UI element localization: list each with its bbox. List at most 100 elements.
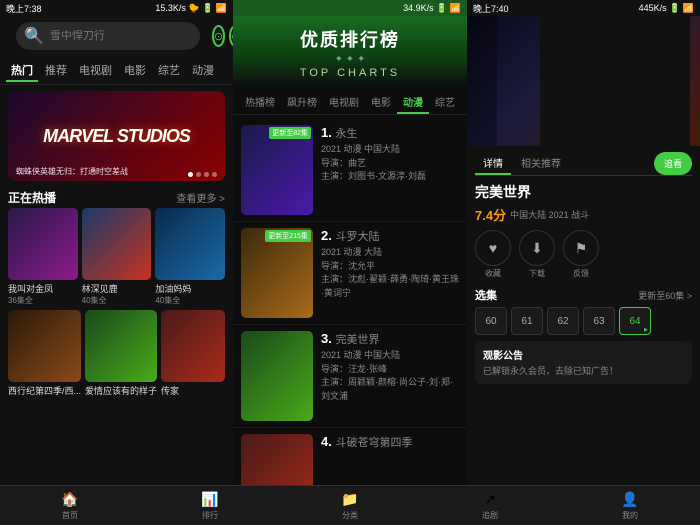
time-right: 晚上7:40 [473, 2, 509, 15]
show-item-2[interactable]: 加油妈妈 40集全 [155, 208, 225, 306]
sub-tab-tv[interactable]: 电视剧 [323, 91, 365, 114]
detail-section: 详情 相关推荐 追看 完美世界 7.4分 中国大陆 2021 战斗 ♥ 收藏 ⬇… [467, 146, 700, 525]
action-download[interactable]: ⬇ 下载 [519, 230, 555, 279]
show-name-5: 传家 [161, 384, 225, 397]
nav-profile-right[interactable]: 👤 我的 [560, 491, 700, 521]
chart-meta-3c: 主演：周颖颖·颜榕·尚公子·刘·郑·刘文浦 [321, 376, 459, 403]
notice-title: 观影公告 [483, 347, 684, 362]
hero-text: MARVEL STUDIOS [43, 126, 190, 147]
chart-meta-3a: 2021 动漫 中国大陆 [321, 349, 459, 363]
tab-hot[interactable]: 热门 [6, 60, 38, 82]
panel-left: 晚上7:38 15.3K/s 🐤 🔋 📶 🔍 ⊙ ⊙ 热门 推荐 电视剧 电影 … [0, 0, 233, 525]
chart-item-2[interactable]: 更新至215集 2. 斗罗大陆 2021 动漫 大陆 导演：沈允平 主演：沈彪·… [233, 222, 467, 325]
panel2-hero: 优质排行榜 ✦ ✦ ✦ TOP CHARTS [233, 16, 467, 87]
tab-anime[interactable]: 动漫 [187, 60, 219, 82]
show-item-0[interactable]: 我叫对金凤 36集全 [8, 208, 78, 306]
chart-rank-2: 2. 斗罗大陆 [321, 228, 459, 244]
section-more-playing[interactable]: 查看更多 > [176, 190, 225, 205]
chart-meta-1b: 导演：曲艺 [321, 157, 459, 171]
tab-related[interactable]: 相关推荐 [513, 152, 569, 175]
favorite-icon: ♥ [475, 230, 511, 266]
chart-meta-1c: 主演：刘图书·文源淳·刘磊 [321, 170, 459, 184]
bottom-nav-right: 🏠 首页 📊 排行 📁 分类 ↗ 追剧 👤 我的 [467, 485, 700, 525]
tab-tv[interactable]: 电视剧 [74, 60, 117, 82]
show-name-4: 爱情应该有的样子 [85, 384, 157, 397]
sub-tab-variety[interactable]: 综艺 [429, 91, 461, 114]
sub-tabs-mid: 热播榜 飙升榜 电视剧 电影 动漫 综艺 [233, 87, 467, 115]
chart-title-en: TOP CHARTS [241, 67, 459, 79]
chart-title-cn: 优质排行榜 [241, 26, 459, 52]
chart-thumb-1: 更新至82集 [241, 125, 313, 215]
search-input-left[interactable] [50, 30, 192, 42]
nav-track-label-right: 追剧 [482, 510, 498, 521]
show-thumb-5 [161, 310, 225, 382]
show-thumb-4 [85, 310, 157, 382]
ep-btn-61[interactable]: 61 [511, 307, 543, 335]
favorite-label: 收藏 [485, 268, 501, 279]
chart-meta-1a: 2021 动漫 中国大陆 [321, 143, 459, 157]
show-item-4[interactable]: 爱情应该有的样子 [85, 310, 157, 397]
detail-tabs: 详情 相关推荐 追看 [475, 152, 692, 176]
tab-recommend[interactable]: 推荐 [40, 60, 72, 82]
episode-header: 选集 更新至60集 > [475, 287, 692, 303]
action-favorite[interactable]: ♥ 收藏 [475, 230, 511, 279]
nav-profile-label-right: 我的 [622, 510, 638, 521]
chart-meta-2a: 2021 动漫 大陆 [321, 246, 459, 260]
show-name-3: 西行纪第四季/西... [8, 384, 81, 397]
sub-tab-movie[interactable]: 电影 [365, 91, 397, 114]
nav-track-right[interactable]: ↗ 追剧 [467, 491, 560, 521]
chart-thumb-3 [241, 331, 313, 421]
chart-info-2: 2. 斗罗大陆 2021 动漫 大陆 导演：沈允平 主演：沈彪·翟颖·薛勇·陶琦… [321, 228, 459, 300]
ep-btn-60[interactable]: 60 [475, 307, 507, 335]
search-icon-left: 🔍 [24, 26, 44, 46]
back-button[interactable]: ‹ [467, 16, 497, 146]
action-icon-1[interactable]: ⊙ [212, 25, 225, 47]
sub-tab-anime[interactable]: 动漫 [397, 91, 429, 114]
show-item-3[interactable]: 西行纪第四季/西... [8, 310, 81, 397]
show-rating-row: 7.4分 中国大陆 2021 战斗 [475, 205, 692, 224]
show-name-1: 林深见鹿 [82, 282, 152, 295]
hero-dots [188, 172, 217, 177]
episodes-title: 选集 [475, 287, 497, 303]
section-header-playing: 正在热播 查看更多 > [0, 185, 233, 208]
chart-rank-1: 1. 永生 [321, 125, 459, 141]
chart-rank-3: 3. 完美世界 [321, 331, 459, 347]
chart-badge-2: 更新至215集 [265, 230, 311, 242]
sub-tab-rising[interactable]: 飙升榜 [281, 91, 323, 114]
episodes-more[interactable]: 更新至60集 > [638, 289, 692, 302]
time-left: 晚上7:38 [6, 2, 42, 15]
ep-btn-63[interactable]: 63 [583, 307, 615, 335]
hero-banner-left[interactable]: MARVEL STUDIOS 蜘蛛侠英雄无归：打通时空差战 [8, 91, 225, 181]
section-title-playing: 正在热播 [8, 189, 56, 206]
chart-item-3[interactable]: 3. 完美世界 2021 动漫 中国大陆 导演：汪龙·张峰 主演：周颖颖·颜榕·… [233, 325, 467, 428]
show-name-0: 我叫对金凤 [8, 282, 78, 295]
follow-button[interactable]: 追看 [654, 152, 692, 175]
chart-item-1[interactable]: 更新至82集 1. 永生 2021 动漫 中国大陆 导演：曲艺 主演：刘图书·文… [233, 119, 467, 222]
notice-text: 已解锁永久会员，去除已知广告！ [483, 365, 684, 378]
action-feedback[interactable]: ⚑ 反馈 [563, 230, 599, 279]
ep-btn-62[interactable]: 62 [547, 307, 579, 335]
action-icon-2[interactable]: ⊙ [229, 25, 233, 47]
hero-area-right: ‹ [467, 16, 700, 146]
show-title: 完美世界 [475, 182, 692, 202]
show-item-5[interactable]: 传家 [161, 310, 225, 397]
sub-tab-trending[interactable]: 热播榜 [239, 91, 281, 114]
chart-info-1: 1. 永生 2021 动漫 中国大陆 导演：曲艺 主演：刘图书·文源淳·刘磊 [321, 125, 459, 184]
search-bar-left[interactable]: 🔍 [16, 22, 200, 50]
tab-movie[interactable]: 电影 [119, 60, 151, 82]
chart-item-4[interactable]: 4. 斗破苍穹第四季 [233, 428, 467, 485]
show-grid-1: 我叫对金凤 36集全 林深见鹿 40集全 加油妈妈 40集全 [0, 208, 233, 306]
tab-variety[interactable]: 综艺 [153, 60, 185, 82]
show-thumb-2 [155, 208, 225, 280]
show-thumb-3 [8, 310, 81, 382]
chart-meta-2c: 主演：沈彪·翟颖·薛勇·陶琦·黄王珠·黄词宁 [321, 273, 459, 300]
track-icon-right: ↗ [484, 491, 496, 508]
episode-grid: 60 61 62 63 64 [475, 307, 692, 335]
chart-list: 更新至82集 1. 永生 2021 动漫 中国大陆 导演：曲艺 主演：刘图书·文… [233, 115, 467, 485]
stats-mid: 34.9K/s 🔋 📶 [403, 3, 461, 14]
tab-detail[interactable]: 详情 [475, 152, 511, 175]
ep-btn-64[interactable]: 64 [619, 307, 651, 335]
stats-right: 445K/s 🔋 📶 [639, 3, 694, 14]
show-item-1[interactable]: 林深见鹿 40集全 [82, 208, 152, 306]
chart-meta-3b: 导演：汪龙·张峰 [321, 363, 459, 377]
